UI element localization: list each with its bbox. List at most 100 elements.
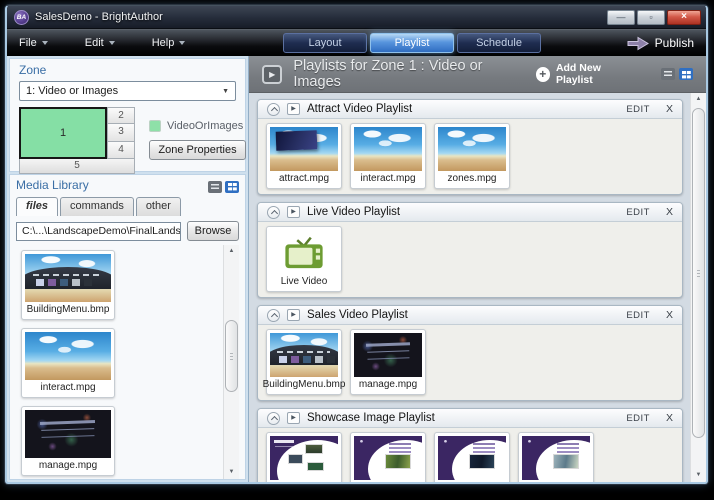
playlist-item[interactable]: BuildingMenu.bmp — [266, 329, 342, 395]
app-logo-icon: BA — [14, 10, 29, 25]
collapse-icon[interactable] — [267, 103, 280, 116]
zone-dropdown[interactable]: 1: Video or Images ▼ — [19, 81, 236, 101]
media-library-tabs: filescommandsother — [16, 197, 239, 216]
zone-panel: Zone 1: Video or Images ▼ 1 2 3 4 5 — [9, 58, 246, 172]
scroll-up-icon[interactable]: ▲ — [224, 245, 239, 258]
play-icon[interactable]: ▶ — [287, 103, 300, 115]
thumbnail-image — [354, 436, 422, 480]
close-button[interactable]: × — [667, 10, 701, 25]
playlist-item[interactable]: mbay1.bmp — [350, 432, 426, 482]
thumbnail-image — [354, 333, 422, 377]
playlist-item[interactable]: Live Video — [266, 226, 342, 292]
zone-properties-button[interactable]: Zone Properties — [149, 140, 246, 160]
text-lines-art — [366, 342, 410, 347]
close-playlist-button[interactable]: X — [666, 412, 673, 424]
zone-cell-2[interactable]: 2 — [107, 107, 135, 124]
media-path-input[interactable]: C:\...\LandscapeDemo\FinalLandscape — [16, 222, 181, 241]
playlist-section-title: Live Video Playlist — [307, 206, 400, 218]
maximize-button[interactable]: ▫ — [637, 10, 665, 25]
zone-checkbox-label: VideoOrImages — [167, 120, 243, 132]
media-scrollbar[interactable]: ▲ ▼ — [223, 245, 239, 479]
playlist-sections: ▶Attract Video PlaylistEDITXattract.mpgi… — [257, 99, 683, 482]
thumbnail-image — [522, 436, 590, 480]
playlist-item[interactable]: showcase.bmp — [266, 432, 342, 482]
playlist-section-header: ▶ Showcase Image Playlist EDIT X — [258, 409, 682, 428]
playlist-item[interactable]: attract.mpg — [266, 123, 342, 189]
playlists-scrollbar-thumb[interactable] — [692, 108, 705, 438]
media-item[interactable]: BuildingMenu.bmp — [21, 250, 115, 320]
zone-cell-1[interactable]: 1 — [19, 107, 107, 159]
menu-edit[interactable]: Edit — [85, 37, 115, 49]
menu-file[interactable]: File — [19, 37, 48, 49]
tab-layout[interactable]: Layout — [283, 33, 367, 53]
publish-button[interactable]: Publish — [627, 36, 694, 51]
text-lines-art — [40, 420, 95, 425]
edit-button[interactable]: EDIT — [626, 413, 650, 424]
thumbnail-label: manage.mpg — [39, 460, 97, 472]
scroll-down-icon[interactable]: ▼ — [224, 466, 239, 479]
playlist-section-header: ▶Sales Video PlaylistEDITX — [258, 306, 682, 325]
menu-help[interactable]: Help — [152, 37, 186, 49]
playlist-item[interactable]: interact.mpg — [350, 123, 426, 189]
thumbnail-label: Live Video — [281, 276, 328, 288]
zone-diagram: 1 2 3 4 5 VideoOrImages Zone Pr — [19, 107, 236, 174]
play-icon[interactable]: ▶ — [287, 206, 300, 218]
playlist-item[interactable]: manage.mpg — [350, 329, 426, 395]
app-window: BA SalesDemo - BrightAuthor — ▫ × FileEd… — [5, 5, 708, 484]
playlist-grid-view-icon[interactable] — [679, 68, 693, 80]
menu-squares-art — [36, 279, 44, 286]
photo-art — [469, 454, 495, 470]
close-playlist-button[interactable]: X — [666, 206, 673, 218]
playlist-item[interactable]: mbay2.bmp — [434, 432, 510, 482]
thumbnail-image — [438, 127, 506, 171]
edit-button[interactable]: EDIT — [626, 104, 650, 115]
menu-list: File Edit Help — [19, 37, 222, 49]
edit-button[interactable]: EDIT — [626, 310, 650, 321]
media-tab-other[interactable]: other — [136, 197, 181, 216]
list-view-icon[interactable] — [208, 181, 222, 193]
media-scrollbar-thumb[interactable] — [225, 320, 238, 392]
zone-cell-5[interactable]: 5 — [19, 159, 135, 174]
edit-button[interactable]: EDIT — [626, 207, 650, 218]
zone-cell-3[interactable]: 3 — [107, 124, 135, 141]
zone-checkbox[interactable] — [149, 120, 161, 132]
playlists-panel: ▶ Playlists for Zone 1 : Video or Images… — [249, 56, 706, 482]
playlist-item[interactable]: zones.mpg — [434, 123, 510, 189]
media-item[interactable]: manage.mpg — [21, 406, 115, 476]
add-new-playlist-button[interactable]: + Add New Playlist — [536, 62, 637, 86]
media-tab-commands[interactable]: commands — [60, 197, 134, 216]
zone-cell-4[interactable]: 4 — [107, 142, 135, 159]
chevron-down-icon: ▼ — [222, 88, 229, 95]
media-item[interactable]: interact.mpg — [21, 328, 115, 398]
chevron-down-icon — [42, 41, 48, 45]
play-icon[interactable]: ▶ — [287, 412, 300, 424]
collapse-icon[interactable] — [267, 206, 280, 219]
zone-dropdown-value: 1: Video or Images — [26, 85, 118, 97]
scroll-down-icon[interactable]: ▼ — [691, 469, 706, 482]
browse-button[interactable]: Browse — [187, 221, 239, 241]
menu-label: Edit — [85, 37, 104, 49]
menu-label: Help — [152, 37, 175, 49]
play-icon[interactable]: ▶ — [287, 309, 300, 321]
playlist-list-view-icon[interactable] — [661, 68, 675, 80]
scroll-up-icon[interactable]: ▲ — [691, 93, 706, 106]
grid-view-icon[interactable] — [225, 181, 239, 193]
thumbnail-label: attract.mpg — [279, 173, 329, 185]
playlist-item[interactable]: mbay3.bmp — [518, 432, 594, 482]
close-playlist-button[interactable]: X — [666, 103, 673, 115]
tab-schedule[interactable]: Schedule — [457, 33, 541, 53]
brand-text-art — [274, 440, 294, 443]
collapse-icon[interactable] — [267, 309, 280, 322]
tab-playlist[interactable]: Playlist — [370, 33, 454, 53]
close-playlist-button[interactable]: X — [666, 309, 673, 321]
minimize-button[interactable]: — — [607, 10, 635, 25]
media-tab-files[interactable]: files — [16, 197, 58, 216]
playlist-items: attract.mpg interact.mpgzones.mpg — [258, 119, 682, 194]
photo-art — [288, 454, 303, 464]
add-new-playlist-label: Add New Playlist — [556, 62, 637, 86]
playlists-scrollbar[interactable]: ▲ ▼ — [690, 93, 706, 482]
playlist-section-title: Showcase Image Playlist — [307, 412, 435, 424]
collapse-icon[interactable] — [267, 412, 280, 425]
media-library-title: Media Library — [16, 178, 89, 192]
playlists-header: ▶ Playlists for Zone 1 : Video or Images… — [249, 56, 706, 93]
